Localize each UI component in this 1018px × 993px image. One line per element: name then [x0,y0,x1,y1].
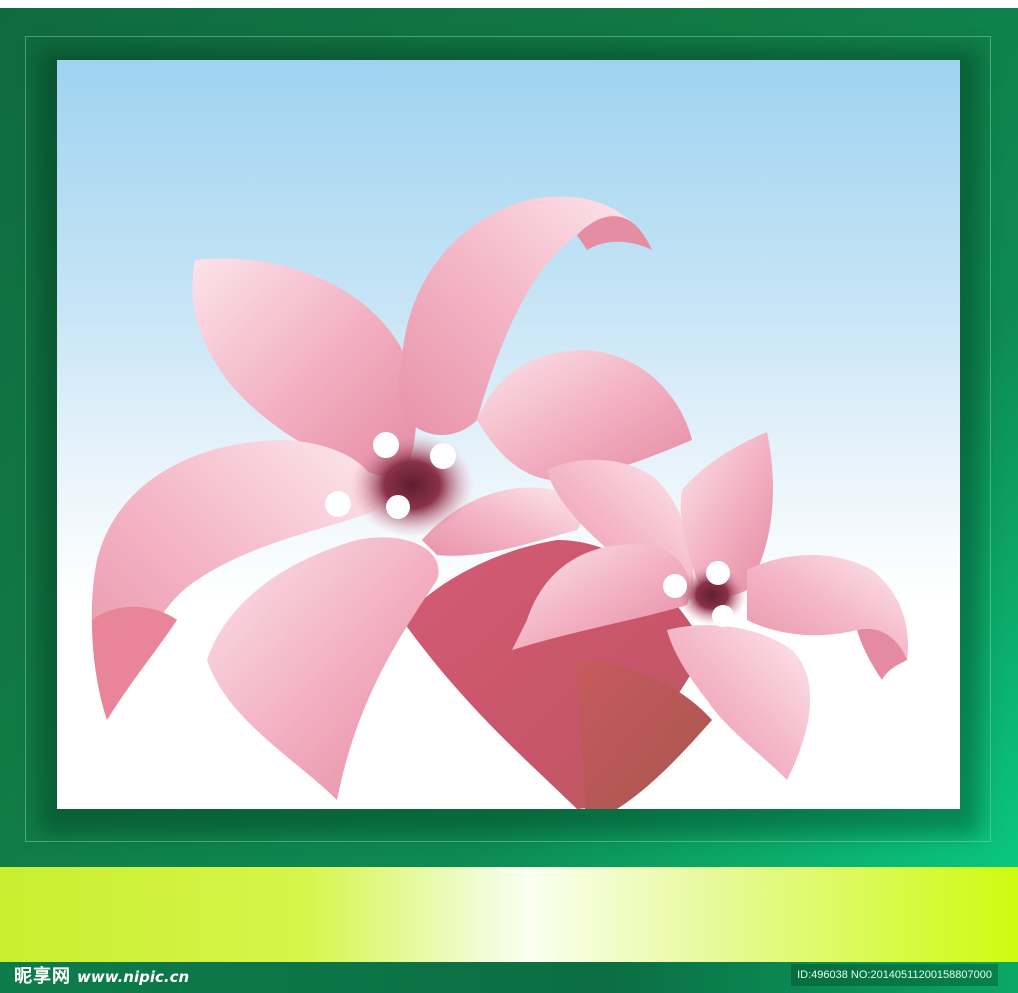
lime-gradient-band [0,867,1018,962]
site-watermark: 昵享网 www.nipic.cn [14,964,189,990]
site-url: www.nipic.cn [77,968,190,986]
flower-illustration [57,60,960,809]
poster: 昵享网 www.nipic.cn ID:496038 NO:20140511200… [0,0,1018,993]
site-name: 昵享网 [14,966,71,987]
image-id-label: ID:496038 NO:20140511200158807000 [791,964,998,986]
lily-flower-icon [91,196,908,809]
